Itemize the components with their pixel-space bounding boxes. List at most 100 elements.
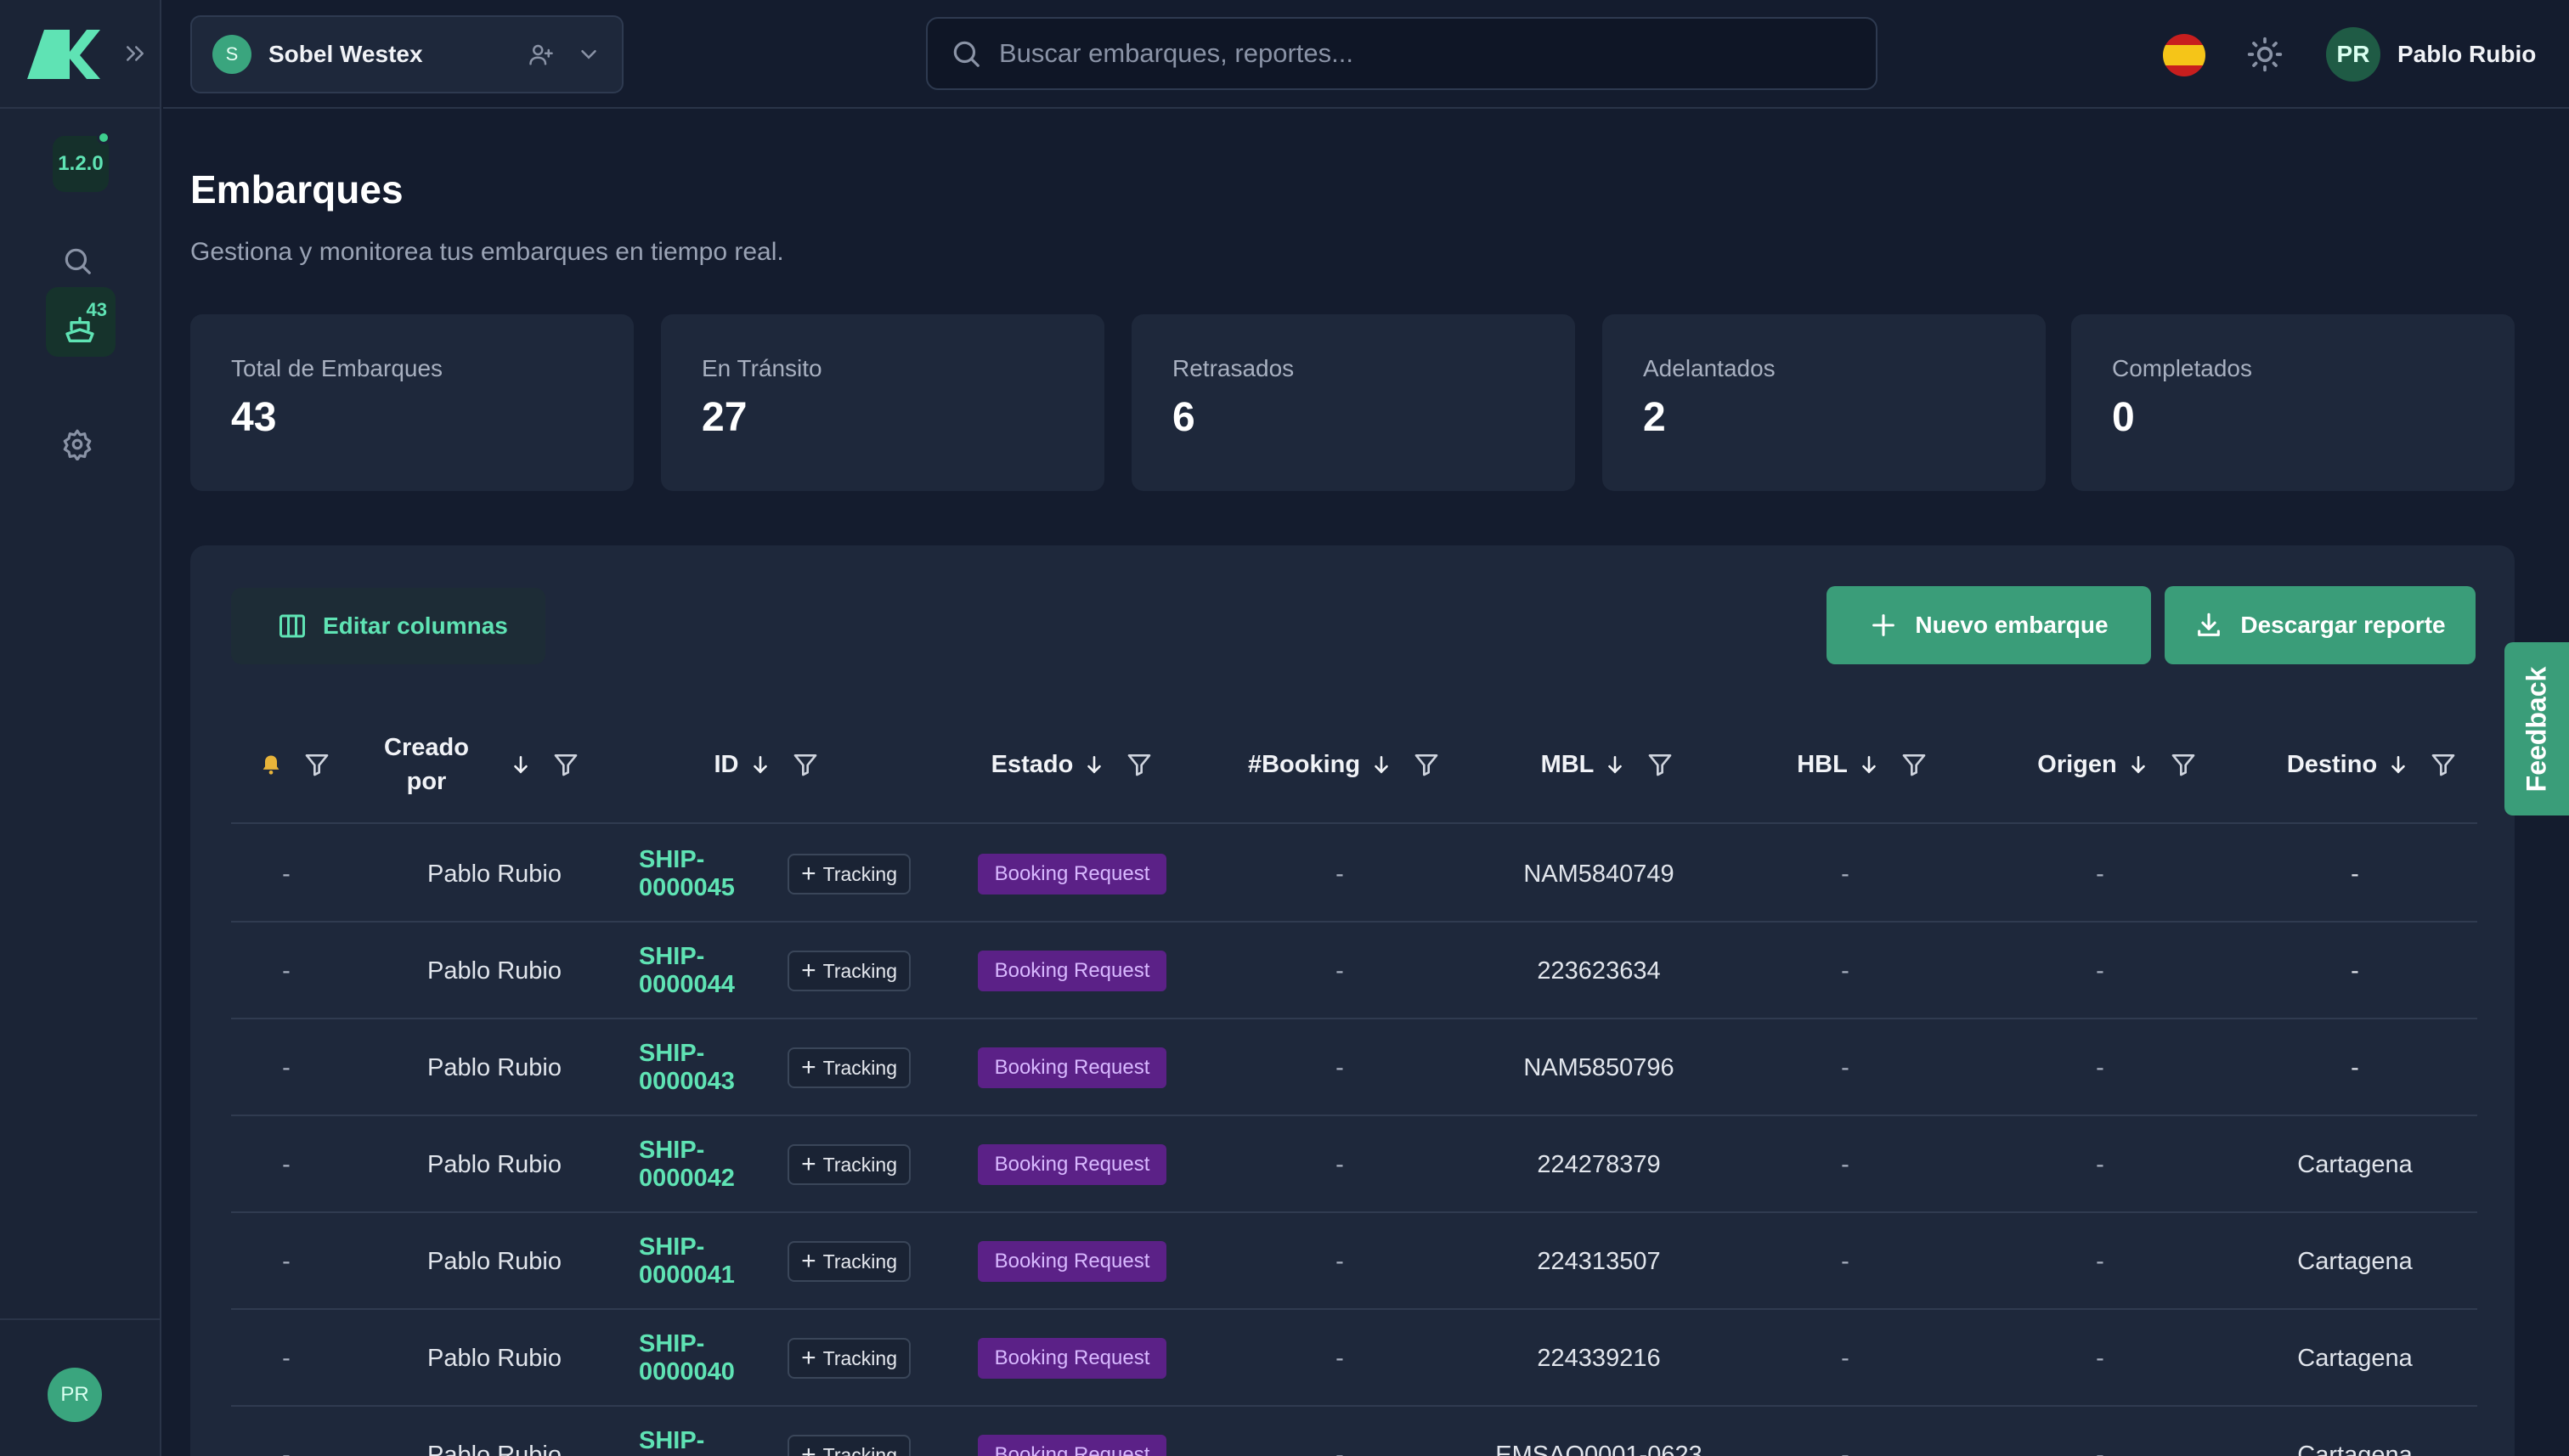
cell-status: Booking Request [945, 1213, 1200, 1310]
shipment-id-link[interactable]: SHIP-0000045 [639, 846, 767, 902]
add-tracking-button[interactable]: + Tracking [788, 1047, 911, 1088]
tracking-label: Tracking [822, 1443, 897, 1456]
column-header-created-by[interactable]: Creado por [367, 705, 596, 824]
shipment-id-link[interactable]: SHIP-0000042 [639, 1137, 767, 1193]
sort-arrow-icon[interactable] [510, 753, 532, 776]
avatar[interactable]: PR [48, 1368, 102, 1422]
plus-icon: + [801, 1053, 816, 1081]
feedback-tab[interactable]: Feedback [2504, 642, 2569, 815]
sidebar-item-shipments[interactable]: 43 [46, 287, 116, 357]
shipment-id-link[interactable]: SHIP-0000044 [639, 943, 767, 999]
new-shipment-button[interactable]: Nuevo embarque [1827, 586, 2151, 664]
table-row[interactable]: - Pablo Rubio SHIP-0000042 + Tracking Boo… [231, 1116, 2477, 1213]
sort-arrow-icon[interactable] [2387, 753, 2409, 776]
stat-label: Total de Embarques [231, 355, 443, 381]
column-header-hbl[interactable]: HBL [1735, 705, 1990, 824]
cell-origin: - [2096, 1441, 2104, 1456]
chevron-down-icon[interactable] [576, 42, 601, 67]
column-header-booking[interactable]: #Booking [1217, 705, 1471, 824]
add-tracking-button[interactable]: + Tracking [788, 951, 911, 991]
cell-booking: - [1335, 1150, 1344, 1178]
sort-arrow-icon[interactable] [1370, 753, 1392, 776]
cell-alert: - [282, 1441, 291, 1456]
cell-status: Booking Request [945, 1116, 1200, 1213]
version-badge[interactable]: 1.2.0 [53, 131, 110, 192]
ship-icon [65, 317, 94, 342]
table-row[interactable]: - Pablo Rubio SHIP-0000040 + Tracking Boo… [231, 1310, 2477, 1407]
sort-arrow-icon[interactable] [1858, 753, 1880, 776]
logo-icon[interactable] [25, 26, 110, 81]
add-tracking-button[interactable]: + Tracking [788, 1241, 911, 1282]
header-label: MBL [1540, 750, 1595, 778]
org-avatar: S [212, 35, 251, 74]
stat-value: 2 [1643, 395, 1666, 440]
sidebar: 1.2.0 43 PR [0, 0, 161, 1456]
shipments-table-panel: Editar columnas Nuevo embarque Descargar… [190, 545, 2515, 1456]
add-tracking-button[interactable]: + Tracking [788, 1144, 911, 1185]
column-header-destination[interactable]: Destino [2244, 705, 2499, 824]
cell-id: SHIP-0000042 + Tracking [639, 1116, 911, 1213]
chevrons-right-icon[interactable] [122, 41, 148, 66]
column-header-origin[interactable]: Origen [1990, 705, 2244, 824]
table-header: Creado por ID Estado #Booking MBL HBL Or… [231, 705, 2477, 824]
edit-columns-button[interactable]: Editar columnas [231, 588, 545, 664]
tracking-label: Tracking [822, 1153, 897, 1176]
cell-alert: - [282, 1053, 291, 1081]
cell-id: SHIP-0000043 + Tracking [639, 1019, 911, 1116]
filter-icon[interactable] [1413, 751, 1440, 778]
filter-icon[interactable] [1126, 751, 1153, 778]
table-row[interactable]: - Pablo Rubio SHIP-0000045 + Tracking Boo… [231, 826, 2477, 923]
filter-icon[interactable] [2430, 751, 2457, 778]
header-label: ID [714, 750, 739, 778]
stat-card-in-transit: En Tránsito 27 [661, 314, 1104, 491]
gear-icon[interactable] [61, 428, 93, 460]
table-row[interactable]: - Pablo Rubio SHIP-0000041 + Tracking Boo… [231, 1213, 2477, 1310]
version-label: 1.2.0 [58, 152, 104, 175]
filter-icon[interactable] [1646, 751, 1674, 778]
sort-arrow-icon[interactable] [749, 753, 771, 776]
cell-origin: - [2096, 1053, 2104, 1081]
topbar: S Sobel Westex PR Pablo Rubio [163, 0, 2569, 109]
column-header-mbl[interactable]: MBL [1480, 705, 1735, 824]
user-menu[interactable]: PR Pablo Rubio [2326, 27, 2536, 82]
table-row[interactable]: - Pablo Rubio SHIP-0000039 + Tracking Boo… [231, 1407, 2477, 1456]
sort-arrow-icon[interactable] [1083, 753, 1105, 776]
stat-label: En Tránsito [702, 355, 822, 381]
column-header-id[interactable]: ID [639, 705, 894, 824]
cell-booking: - [1335, 1053, 1344, 1081]
table-row[interactable]: - Pablo Rubio SHIP-0000043 + Tracking Boo… [231, 1019, 2477, 1116]
table-row[interactable]: - Pablo Rubio SHIP-0000044 + Tracking Boo… [231, 923, 2477, 1019]
filter-icon[interactable] [792, 751, 819, 778]
shipment-id-link[interactable]: SHIP-0000039 [639, 1427, 767, 1456]
shipment-id-link[interactable]: SHIP-0000040 [639, 1330, 767, 1386]
sort-arrow-icon[interactable] [1604, 753, 1626, 776]
cell-destination: Cartagena [2297, 1247, 2413, 1275]
cell-alert: - [282, 1247, 291, 1275]
cell-alert: - [282, 1344, 291, 1372]
filter-icon[interactable] [552, 751, 579, 778]
add-user-icon[interactable] [528, 42, 554, 67]
filter-icon[interactable] [303, 751, 330, 778]
cell-booking: - [1335, 957, 1344, 985]
header-label: Estado [991, 750, 1074, 778]
search-input[interactable] [999, 38, 1854, 69]
language-flag-icon[interactable] [2163, 34, 2205, 76]
filter-icon[interactable] [1900, 751, 1928, 778]
cell-hbl: - [1841, 1150, 1849, 1178]
download-report-button[interactable]: Descargar reporte [2165, 586, 2476, 664]
shipment-id-link[interactable]: SHIP-0000041 [639, 1233, 767, 1290]
add-tracking-button[interactable]: + Tracking [788, 854, 911, 894]
shipment-id-link[interactable]: SHIP-0000043 [639, 1040, 767, 1096]
sort-arrow-icon[interactable] [2127, 753, 2149, 776]
column-header-status[interactable]: Estado [945, 705, 1200, 824]
stat-value: 0 [2112, 395, 2135, 440]
cell-destination: Cartagena [2297, 1344, 2413, 1372]
add-tracking-button[interactable]: + Tracking [788, 1435, 911, 1456]
global-search[interactable] [926, 17, 1877, 90]
search-icon[interactable] [61, 245, 93, 277]
sun-icon[interactable] [2246, 36, 2284, 73]
filter-icon[interactable] [2170, 751, 2197, 778]
org-switcher[interactable]: S Sobel Westex [190, 15, 624, 93]
cell-destination: - [2351, 1053, 2359, 1081]
add-tracking-button[interactable]: + Tracking [788, 1338, 911, 1379]
